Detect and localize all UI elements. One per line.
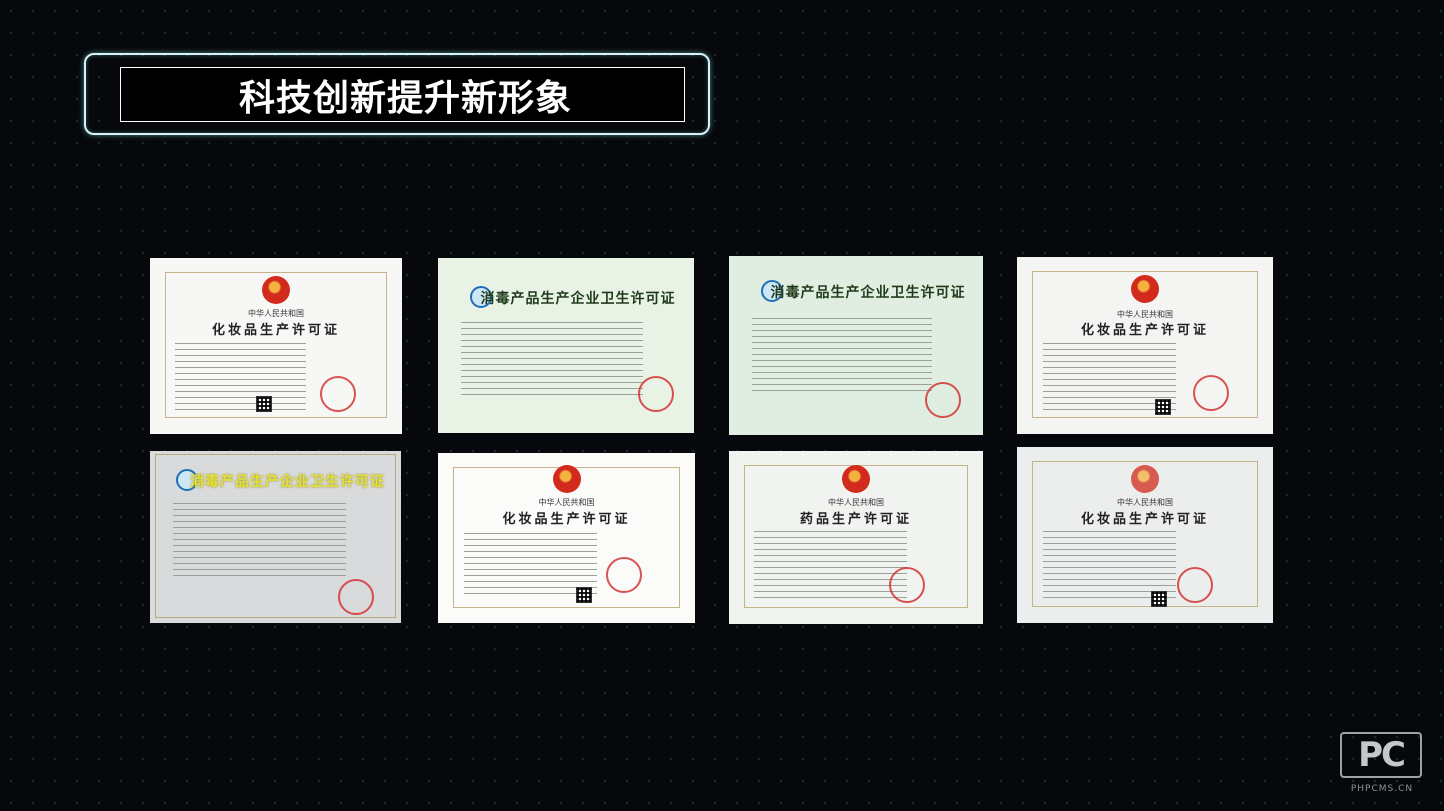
certificate-title: 化妆品生产许可证 xyxy=(502,512,631,527)
certificate-text-lines xyxy=(175,343,307,415)
certificate-disinfection-3: 消毒产品生产企业卫生许可证 xyxy=(150,451,401,623)
red-seal-icon xyxy=(606,557,642,593)
certificate-text-lines xyxy=(461,322,643,400)
certificate-disinfection-1: 消毒产品生产企业卫生许可证 xyxy=(438,258,694,433)
red-seal-icon xyxy=(338,579,374,615)
logo-url: PHPCMS.CN xyxy=(1350,784,1414,794)
qr-code-icon xyxy=(576,587,592,603)
national-emblem-icon xyxy=(1131,275,1159,303)
certificate-cosmetics-1: 中华人民共和国 化妆品生产许可证 xyxy=(150,258,402,434)
certificate-cosmetics-2: 中华人民共和国 化妆品生产许可证 xyxy=(1017,257,1273,434)
certificate-text-lines xyxy=(172,503,346,581)
certificate-country: 中华人民共和国 xyxy=(538,498,595,507)
certificate-text-lines xyxy=(751,318,933,396)
certificate-title: 化妆品生产许可证 xyxy=(1080,512,1209,527)
certificate-country: 中华人民共和国 xyxy=(828,498,884,507)
certificate-country: 中华人民共和国 xyxy=(248,309,304,318)
certificate-text-lines xyxy=(754,531,907,603)
red-seal-icon xyxy=(1193,375,1229,411)
certificate-pharma: 中华人民共和国 药品生产许可证 xyxy=(729,451,983,624)
logo-mark: PC xyxy=(1340,732,1422,778)
red-seal-icon xyxy=(638,376,674,412)
certificate-disinfection-2: 消毒产品生产企业卫生许可证 xyxy=(729,256,983,435)
slide-title: 科技创新提升新形象 xyxy=(239,77,573,119)
certificate-title: 化妆品生产许可证 xyxy=(211,323,340,338)
red-seal-icon xyxy=(1177,567,1213,603)
qr-code-icon xyxy=(256,396,272,412)
certificate-cosmetics-3: 中华人民共和国 化妆品生产许可证 xyxy=(438,453,695,623)
qr-code-icon xyxy=(1155,399,1171,415)
certificate-title: 消毒产品生产企业卫生许可证 xyxy=(770,285,966,301)
certificate-title: 药品生产许可证 xyxy=(799,512,912,527)
certificate-title: 消毒产品生产企业卫生许可证 xyxy=(480,291,676,307)
title-box: 科技创新提升新形象 xyxy=(120,67,685,122)
certificate-country: 中华人民共和国 xyxy=(1117,498,1173,507)
red-seal-icon xyxy=(925,382,961,418)
national-emblem-icon xyxy=(842,465,870,493)
red-seal-icon xyxy=(320,376,356,412)
qr-code-icon xyxy=(1151,591,1167,607)
national-emblem-icon xyxy=(552,465,581,493)
red-seal-icon xyxy=(889,567,925,603)
national-emblem-icon xyxy=(1131,465,1159,493)
certificate-title: 化妆品生产许可证 xyxy=(1080,323,1209,338)
national-emblem-icon xyxy=(262,276,290,304)
phpcms-logo: PC PHPCMS.CN xyxy=(1338,730,1426,800)
certificate-cosmetics-4: 中华人民共和国 化妆品生产许可证 xyxy=(1017,447,1273,623)
certificate-title: 消毒产品生产企业卫生许可证 xyxy=(190,474,385,490)
